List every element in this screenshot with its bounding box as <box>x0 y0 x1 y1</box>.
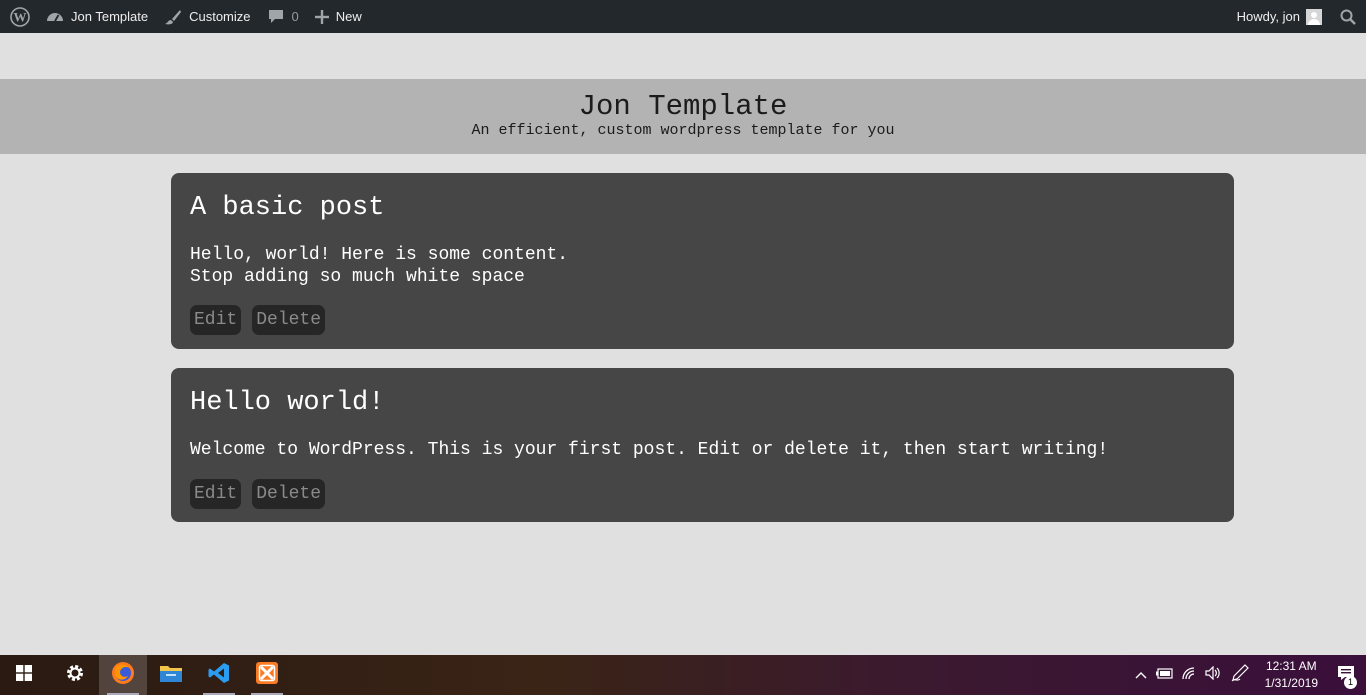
settings-gear-icon <box>65 663 85 688</box>
clock-date: 1/31/2019 <box>1264 676 1318 690</box>
vscode-icon <box>208 662 230 689</box>
post-content: Hello, world! Here is some content. Stop… <box>190 245 569 287</box>
howdy-greeting: Howdy, jon <box>1236 9 1300 24</box>
windows-start-icon <box>16 664 32 686</box>
comments-menu[interactable]: 0 <box>259 0 307 33</box>
system-tray: 12:31 AM 1/31/2019 1 <box>1129 655 1366 695</box>
post-card: Hello world! Welcome to WordPress. This … <box>171 368 1234 522</box>
volume-button[interactable] <box>1201 655 1225 695</box>
battery-button[interactable] <box>1153 655 1177 695</box>
folder-icon <box>160 664 182 687</box>
delete-button[interactable]: Delete <box>252 479 326 509</box>
delete-button[interactable]: Delete <box>252 305 326 335</box>
search-button[interactable] <box>1330 0 1366 33</box>
site-name-menu[interactable]: Jon Template <box>38 0 156 33</box>
post-title[interactable]: Hello world! <box>190 368 1215 419</box>
post-actions: Edit Delete <box>190 305 1215 335</box>
site-header: Jon Template An efficient, custom wordpr… <box>0 79 1366 154</box>
customize-label: Customize <box>189 9 251 24</box>
network-button[interactable] <box>1177 655 1201 695</box>
pen-workspace-button[interactable] <box>1225 655 1255 695</box>
post-actions: Edit Delete <box>190 479 1215 509</box>
site-title[interactable]: Jon Template <box>0 79 1366 122</box>
edit-button[interactable]: Edit <box>190 305 242 335</box>
xampp-taskbar-button[interactable] <box>243 655 291 695</box>
customize-menu[interactable]: Customize <box>156 0 258 33</box>
post-content: Welcome to WordPress. This is your first… <box>190 440 1109 460</box>
avatar <box>1306 8 1322 25</box>
clock-time: 12:31 AM <box>1265 659 1317 673</box>
pen-icon <box>1231 663 1249 687</box>
svg-text:W: W <box>14 9 27 24</box>
new-label: New <box>335 9 362 24</box>
my-account-menu[interactable]: Howdy, jon <box>1229 0 1330 33</box>
show-hidden-icons-button[interactable] <box>1129 655 1153 695</box>
comment-bubble-icon <box>267 8 285 25</box>
file-explorer-taskbar-button[interactable] <box>147 655 195 695</box>
dashboard-icon <box>46 9 64 25</box>
battery-icon <box>1155 666 1174 684</box>
vscode-taskbar-button[interactable] <box>195 655 243 695</box>
speaker-icon <box>1205 665 1221 685</box>
settings-taskbar-button[interactable] <box>51 655 99 695</box>
edit-button[interactable]: Edit <box>190 479 242 509</box>
paintbrush-icon <box>164 8 182 26</box>
taskbar-clock[interactable]: 12:31 AM 1/31/2019 <box>1255 658 1326 692</box>
start-button[interactable] <box>0 655 48 695</box>
firefox-icon <box>111 661 135 690</box>
xampp-icon <box>256 661 278 689</box>
site-name-label: Jon Template <box>71 9 149 24</box>
taskbar: 12:31 AM 1/31/2019 1 <box>0 655 1366 695</box>
search-icon <box>1340 9 1356 25</box>
notification-count-badge: 1 <box>1344 676 1357 689</box>
site-description: An efficient, custom wordpress template … <box>471 122 895 139</box>
new-content-menu[interactable]: New <box>307 0 370 33</box>
comments-count: 0 <box>291 9 299 24</box>
wifi-icon <box>1181 666 1197 685</box>
post-title[interactable]: A basic post <box>190 173 1215 224</box>
chevron-up-icon <box>1135 666 1147 684</box>
post-card: A basic post Hello, world! Here is some … <box>171 173 1234 349</box>
admin-bar: W Jon Template Customize 0 New Howdy, jo… <box>0 0 1366 33</box>
action-center-button[interactable]: 1 <box>1326 655 1366 695</box>
wordpress-logo-icon[interactable]: W <box>2 0 38 33</box>
firefox-taskbar-button[interactable] <box>99 655 147 695</box>
plus-icon <box>314 9 329 24</box>
